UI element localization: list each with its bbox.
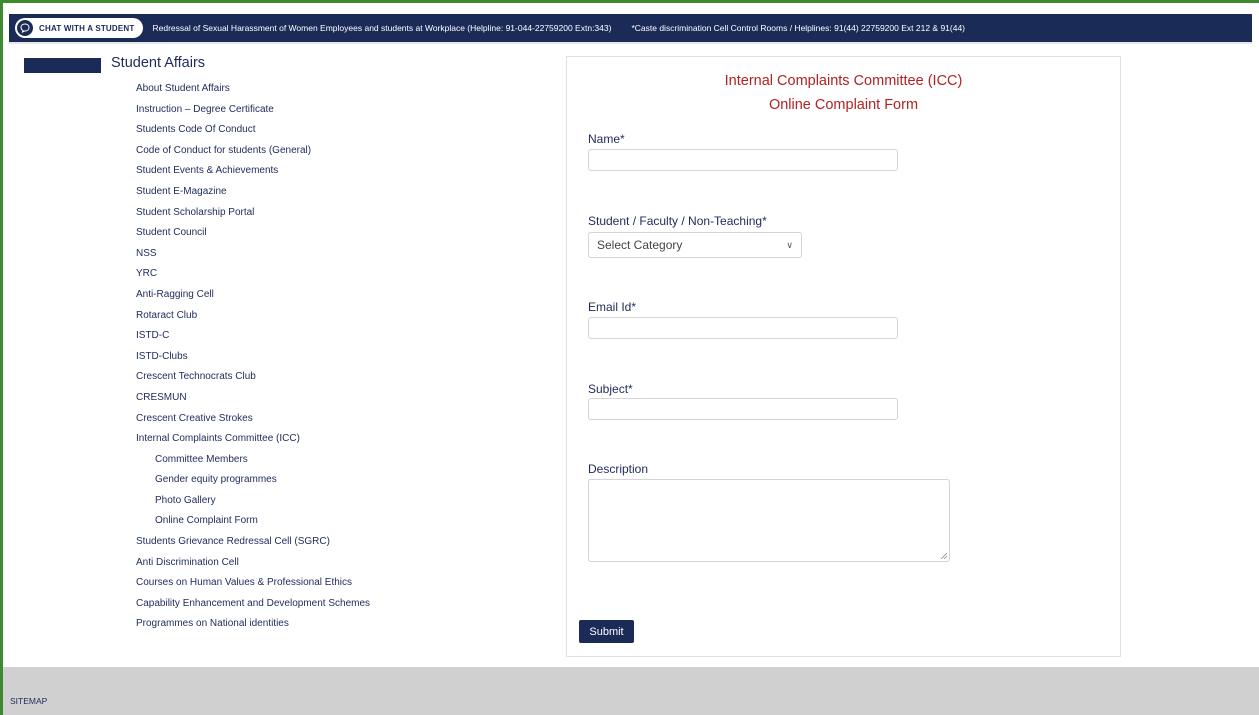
sidebar-heading: Student Affairs (111, 55, 206, 71)
sidebar-subitem-photo-gallery[interactable]: Photo Gallery (136, 495, 370, 517)
category-select-value: Select Category (597, 238, 683, 252)
sidebar-item-national-identities[interactable]: Programmes on National identities (136, 619, 370, 640)
email-label: Email Id* (588, 300, 637, 314)
chat-bubble-icon (17, 20, 33, 36)
sidebar-subitem-committee-members[interactable]: Committee Members (136, 454, 370, 476)
resize-handle-icon[interactable] (940, 552, 947, 559)
category-label: Student / Faculty / Non-Teaching* (588, 214, 767, 228)
chat-with-student-button[interactable]: CHAT WITH A STUDENT (15, 18, 143, 38)
sidebar-item-scholarship-portal[interactable]: Student Scholarship Portal (136, 207, 370, 229)
sidebar-item-student-emagazine[interactable]: Student E-Magazine (136, 187, 370, 208)
complaint-form-panel: Internal Complaints Committee (ICC) Onli… (566, 56, 1121, 657)
harassment-helpline-ticker[interactable]: Redressal of Sexual Harassment of Women … (153, 23, 612, 33)
sidebar-item-icc[interactable]: Internal Complaints Committee (ICC) (136, 434, 370, 455)
description-label: Description (588, 462, 649, 476)
submit-button[interactable]: Submit (579, 620, 634, 643)
caste-discrimination-ticker[interactable]: *Caste discrimination Cell Control Rooms… (631, 23, 965, 33)
sidebar-item-anti-discrimination-cell[interactable]: Anti Discrimination Cell (136, 557, 370, 579)
sidebar-item-nss[interactable]: NSS (136, 248, 370, 270)
sidebar-item-human-values-courses[interactable]: Courses on Human Values & Professional E… (136, 578, 370, 599)
name-label: Name* (588, 132, 625, 146)
sidebar-item-istd-c[interactable]: ISTD-C (136, 331, 370, 352)
sidebar-subitem-gender-equity[interactable]: Gender equity programmes (136, 475, 370, 496)
name-field[interactable] (588, 149, 898, 171)
category-select[interactable]: Select Category ∨ (588, 232, 802, 258)
sidebar-item-istd-clubs[interactable]: ISTD-Clubs (136, 351, 370, 373)
sidebar-item-creative-strokes[interactable]: Crescent Creative Strokes (136, 413, 370, 435)
sidebar-item-about-student-affairs[interactable]: About Student Affairs (136, 84, 370, 105)
email-field[interactable] (588, 317, 898, 339)
chevron-down-icon: ∨ (786, 240, 793, 250)
announcement-bar: CHAT WITH A STUDENT Redressal of Sexual … (9, 14, 1252, 44)
sidebar-item-sgrc[interactable]: Students Grievance Redressal Cell (SGRC) (136, 537, 370, 558)
sidebar-item-student-events[interactable]: Student Events & Achievements (136, 166, 370, 187)
sidebar-item-rotaract-club[interactable]: Rotaract Club (136, 310, 370, 332)
sidebar-item-technocrats-club[interactable]: Crescent Technocrats Club (136, 372, 370, 393)
sidebar-item-capability-enhancement[interactable]: Capability Enhancement and Development S… (136, 598, 370, 620)
sidebar-item-cresmun[interactable]: CRESMUN (136, 393, 370, 414)
subject-label: Subject* (588, 382, 633, 396)
form-subtitle: Online Complaint Form (768, 97, 919, 113)
subject-field[interactable] (588, 398, 898, 420)
sidebar-item-student-council[interactable]: Student Council (136, 228, 370, 249)
window-frame-left (0, 0, 3, 715)
sidebar-item-code-of-conduct-general[interactable]: Code of Conduct for students (General) (136, 145, 370, 167)
chat-with-student-label: CHAT WITH A STUDENT (39, 23, 135, 33)
form-title: Internal Complaints Committee (ICC) (724, 73, 963, 89)
sidebar-subitem-online-complaint-form[interactable]: Online Complaint Form (136, 516, 370, 537)
sidebar-nav: About Student Affairs Instruction – Degr… (136, 84, 370, 640)
sidebar-item-degree-certificate[interactable]: Instruction – Degree Certificate (136, 104, 370, 126)
sidebar-item-students-code-of-conduct[interactable]: Students Code Of Conduct (136, 125, 370, 146)
window-frame-top (0, 0, 1259, 3)
sidebar-accent-bar (24, 58, 101, 73)
sidebar-item-anti-ragging-cell[interactable]: Anti-Ragging Cell (136, 290, 370, 311)
description-textarea[interactable] (588, 479, 950, 562)
sidebar-item-yrc[interactable]: YRC (136, 269, 370, 290)
footer: SITEMAP (3, 667, 1259, 715)
sitemap-link[interactable]: SITEMAP (10, 696, 47, 706)
